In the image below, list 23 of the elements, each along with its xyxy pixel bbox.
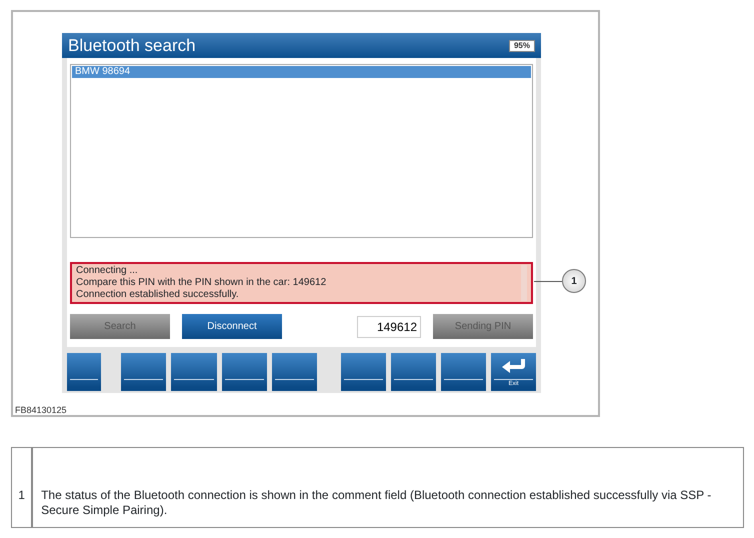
softkey[interactable] — [340, 353, 386, 391]
legend-number: 1 — [12, 448, 34, 527]
callout-number: 1 — [562, 269, 586, 293]
softkey[interactable] — [222, 353, 267, 391]
comment-line: Compare this PIN with the PIN shown in the car: 149612 — [76, 277, 326, 289]
legend-text: The status of the Bluetooth connection is shown in the comment field (Bluetooth connection established successfully via SSP - Secure Simple Pairing). — [40, 487, 712, 519]
device-item[interactable]: BMW 98694 — [72, 66, 531, 78]
softkey[interactable] — [390, 353, 436, 391]
softkey[interactable] — [171, 353, 217, 391]
battery-indicator: 95% — [508, 40, 535, 52]
softkey[interactable] — [272, 353, 317, 391]
comment-line: Connecting ... — [76, 265, 139, 277]
leader-line — [534, 281, 562, 282]
return-arrow-icon — [500, 358, 527, 374]
softkey[interactable] — [121, 353, 166, 391]
softkey[interactable] — [440, 353, 486, 391]
scrollbar[interactable] — [521, 265, 527, 301]
pin-field[interactable]: 149612 — [357, 316, 421, 338]
softkey[interactable] — [67, 353, 102, 391]
figure-id: FB84130125 — [15, 404, 67, 417]
window-title: Bluetooth search — [68, 34, 196, 57]
button[interactable]: Disconnect — [182, 314, 282, 339]
comment-line: Connection established successfully. — [76, 289, 240, 301]
